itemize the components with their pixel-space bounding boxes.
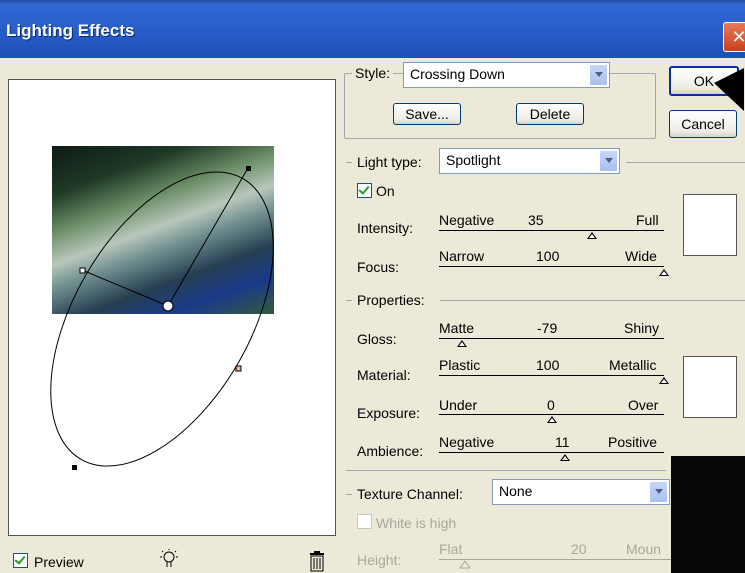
background-window-fragment xyxy=(671,456,745,573)
ambience-slider-track[interactable] xyxy=(439,452,664,453)
gloss-value: -79 xyxy=(537,320,558,336)
delete-style-button[interactable]: Delete xyxy=(516,103,584,125)
style-dropdown-value: Crossing Down xyxy=(410,66,505,82)
light-type-dropdown[interactable]: Spotlight xyxy=(439,148,620,174)
handle-left[interactable] xyxy=(79,267,86,274)
height-slider-track[interactable] xyxy=(439,559,671,560)
chevron-down-icon[interactable] xyxy=(649,481,668,503)
intensity-min-label: Negative xyxy=(439,212,495,228)
handle-bottom[interactable] xyxy=(72,465,77,470)
exposure-slider-track[interactable] xyxy=(439,414,664,415)
exposure-slider-thumb[interactable] xyxy=(546,416,557,423)
handle-top[interactable] xyxy=(246,166,251,171)
light-color-swatch[interactable] xyxy=(683,194,737,256)
exposure-value: 0 xyxy=(547,397,555,413)
texture-channel-label: Texture Channel: xyxy=(357,486,463,502)
ambience-max-label: Positive xyxy=(608,434,658,450)
height-min-label: Flat xyxy=(439,541,463,557)
exposure-min-label: Under xyxy=(439,397,478,413)
gloss-label: Gloss: xyxy=(357,331,397,347)
light-on-checkbox[interactable] xyxy=(357,183,372,198)
focus-label: Focus: xyxy=(357,259,400,275)
light-bulb-icon[interactable] xyxy=(158,548,182,570)
material-min-label: Plastic xyxy=(439,357,481,373)
gloss-slider-thumb[interactable] xyxy=(456,340,467,347)
material-max-label: Metallic xyxy=(609,357,657,373)
light-center-handle[interactable] xyxy=(162,300,174,312)
white-is-high-checkbox[interactable] xyxy=(357,514,372,529)
height-value: 20 xyxy=(571,541,587,557)
ambient-color-swatch[interactable] xyxy=(683,356,737,418)
exposure-label: Exposure: xyxy=(357,405,421,421)
intensity-slider-thumb[interactable] xyxy=(587,232,597,239)
intensity-label: Intensity: xyxy=(357,220,414,236)
ambience-slider-thumb[interactable] xyxy=(560,454,570,461)
light-type-label: Light type: xyxy=(357,154,422,170)
handle-right[interactable] xyxy=(235,365,242,372)
light-ellipse[interactable] xyxy=(5,135,319,504)
properties-rule-left xyxy=(346,300,352,301)
material-value: 100 xyxy=(536,357,560,373)
light-radius-line xyxy=(81,269,169,307)
white-is-high-label: White is high xyxy=(376,515,457,531)
ambience-min-label: Negative xyxy=(439,434,495,450)
light-ellipse-overlay[interactable] xyxy=(0,0,340,540)
material-slider-track[interactable] xyxy=(439,375,664,376)
material-slider-thumb[interactable] xyxy=(659,377,669,384)
intensity-slider-track[interactable] xyxy=(439,230,664,231)
focus-min-label: Narrow xyxy=(439,248,485,264)
focus-value: 100 xyxy=(536,248,560,264)
intensity-value: 35 xyxy=(528,212,544,228)
focus-slider-thumb[interactable] xyxy=(659,269,669,276)
properties-rule-right xyxy=(440,300,745,301)
height-slider-thumb[interactable] xyxy=(459,560,471,569)
preview-checkbox[interactable] xyxy=(13,553,28,568)
texture-rule-left xyxy=(346,494,352,495)
properties-label: Properties: xyxy=(357,292,425,308)
focus-max-label: Wide xyxy=(625,248,657,264)
style-dropdown[interactable]: Crossing Down xyxy=(403,62,610,88)
texture-channel-value: None xyxy=(499,483,533,499)
height-label: Height: xyxy=(357,552,402,568)
preview-label: Preview xyxy=(34,554,84,570)
mouse-cursor-icon xyxy=(714,68,744,111)
texture-channel-dropdown[interactable]: None xyxy=(492,479,670,505)
light-type-rule-right xyxy=(626,162,745,163)
gloss-min-label: Matte xyxy=(439,320,475,336)
chevron-down-icon[interactable] xyxy=(599,150,618,172)
material-label: Material: xyxy=(357,367,411,383)
ambience-value: 11 xyxy=(555,434,570,450)
close-button[interactable]: ✕ xyxy=(723,22,745,52)
light-type-value: Spotlight xyxy=(446,152,501,168)
trash-icon[interactable] xyxy=(308,550,326,572)
style-label: Style: xyxy=(352,65,394,81)
gloss-max-label: Shiny xyxy=(624,320,660,336)
light-on-label: On xyxy=(376,183,395,199)
chevron-down-icon[interactable] xyxy=(589,64,608,86)
gloss-slider-track[interactable] xyxy=(439,338,664,339)
light-direction-line xyxy=(167,167,249,307)
properties-rule-bottom xyxy=(346,470,666,471)
ambience-label: Ambience: xyxy=(357,443,424,459)
exposure-max-label: Over xyxy=(628,397,659,413)
height-max-label: Moun xyxy=(626,541,662,557)
focus-slider-track[interactable] xyxy=(439,266,664,267)
save-style-button[interactable]: Save... xyxy=(393,103,461,125)
intensity-max-label: Full xyxy=(636,212,659,228)
light-type-rule-left xyxy=(346,162,352,163)
